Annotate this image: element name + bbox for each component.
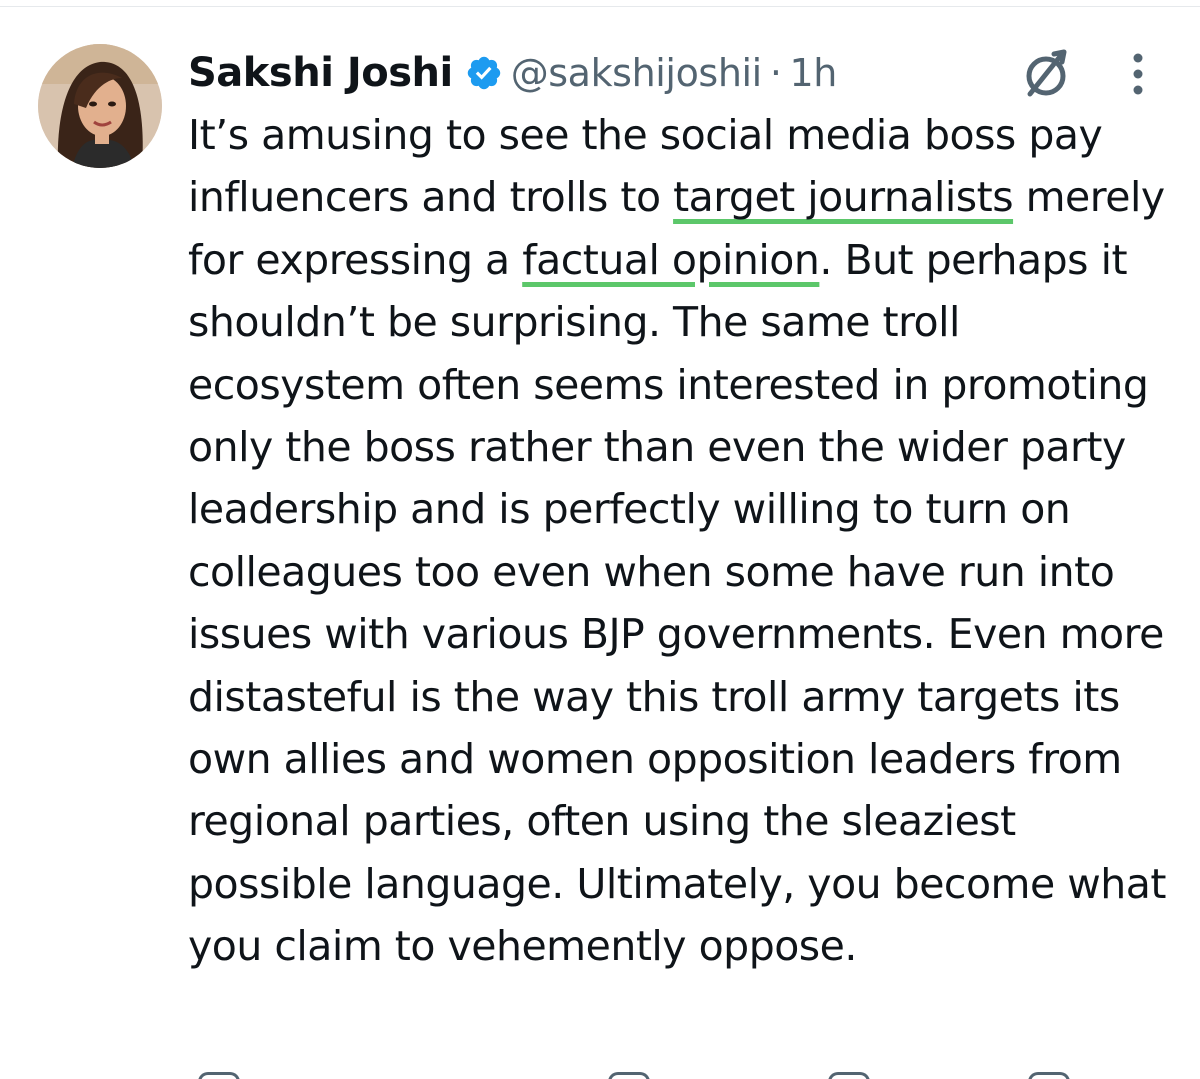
- tweet-text-part: . But perhaps it shouldn’t be surprising…: [188, 235, 1166, 971]
- separator-dot: ·: [769, 51, 782, 95]
- bookmark-icon[interactable]: [1028, 1072, 1070, 1079]
- views-icon[interactable]: [828, 1072, 870, 1079]
- grok-icon[interactable]: [1016, 44, 1076, 104]
- author-handle[interactable]: @sakshijoshii: [511, 51, 763, 95]
- highlighted-phrase: target journalists: [673, 173, 1014, 222]
- highlighted-phrase: factual opinion: [522, 235, 820, 284]
- action-bar: [188, 1066, 1168, 1079]
- avatar[interactable]: [38, 44, 162, 168]
- verified-badge-icon: [465, 54, 503, 92]
- like-icon[interactable]: [608, 1072, 650, 1079]
- tweet-body: It’s amusing to see the social media bos…: [188, 104, 1178, 978]
- reply-icon[interactable]: [198, 1072, 240, 1079]
- author-display-name[interactable]: Sakshi Joshi: [188, 50, 453, 96]
- more-options-icon[interactable]: [1118, 44, 1158, 104]
- avatar-image: [38, 44, 162, 168]
- tweet-header: Sakshi Joshi @sakshijoshii · 1h: [188, 44, 837, 102]
- tweet-timestamp[interactable]: 1h: [790, 51, 838, 95]
- top-divider: [0, 0, 1200, 7]
